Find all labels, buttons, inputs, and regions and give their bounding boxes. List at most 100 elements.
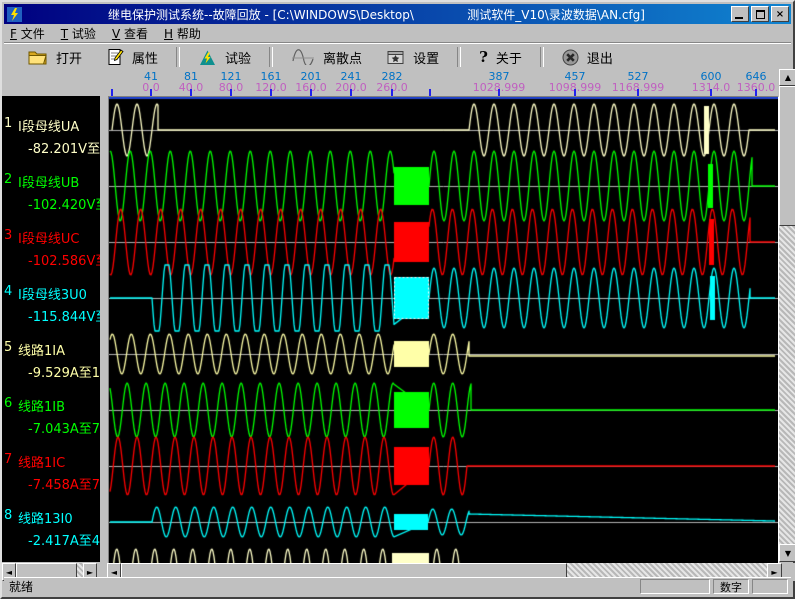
- channel-range: -102.420V至: [28, 194, 100, 213]
- open-folder-icon: [28, 50, 48, 65]
- channel-name: Ⅰ段母线3U0: [18, 284, 87, 303]
- toolbar-label-about: 关于: [496, 48, 522, 67]
- channel-name: Ⅰ段母线UC: [18, 228, 79, 247]
- channel-range: -102.586V至: [28, 250, 100, 269]
- menu-bar: F 文件 T 试验 V 查看 H 帮助: [4, 24, 791, 43]
- channel-label-2[interactable]: 2 Ⅰ段母线UB -102.420V至: [2, 172, 100, 218]
- ruler-tick-mark: [350, 89, 352, 96]
- ruler-tick-mark: [230, 89, 232, 96]
- channel-number: 5: [4, 340, 12, 355]
- channel-label-7[interactable]: 7 线路1IC -7.458A至7.: [2, 452, 100, 498]
- window-controls: ×: [731, 6, 789, 22]
- test-lightning-icon: [198, 49, 217, 66]
- toolbar-label-exit: 退出: [587, 48, 613, 67]
- toolbar-label-properties: 属性: [132, 48, 158, 67]
- channel-number: 3: [4, 228, 12, 243]
- toolbar-separator: [540, 47, 544, 67]
- status-cells: 数字: [640, 579, 791, 594]
- minimize-button[interactable]: [731, 6, 749, 22]
- menu-item-file[interactable]: F 文件: [10, 25, 45, 42]
- close-button[interactable]: ×: [771, 6, 789, 22]
- toolbar-button-open[interactable]: 打开: [16, 46, 94, 69]
- toolbar-separator: [269, 47, 273, 67]
- channel-range: -2.417A至4.: [28, 530, 100, 549]
- channel-range: -82.201V至8: [28, 138, 100, 157]
- ruler-tick-mark: [111, 89, 113, 96]
- channel-label-3[interactable]: 3 Ⅰ段母线UC -102.586V至: [2, 228, 100, 274]
- toolbar-button-discrete-points[interactable]: 离散点: [279, 46, 374, 69]
- ruler-tick-mark: [574, 89, 576, 96]
- waveform-canvas[interactable]: [109, 97, 778, 563]
- scroll-up-button[interactable]: ▲: [779, 69, 795, 86]
- discrete-sine-icon: [291, 49, 315, 65]
- channel-name: Ⅰ段母线UA: [18, 116, 79, 135]
- channel-name: 线路1IC: [18, 452, 65, 471]
- channel-label-4[interactable]: 4 Ⅰ段母线3U0 -115.844V至: [2, 284, 100, 330]
- ruler-tick-mark: [755, 89, 757, 96]
- channel-label-1[interactable]: 1 Ⅰ段母线UA -82.201V至8: [2, 116, 100, 162]
- toolbar-label-discrete-points: 离散点: [323, 48, 362, 67]
- channel-range: -9.529A至14: [28, 362, 100, 381]
- ruler-tick-mark: [498, 89, 500, 96]
- window-title: 继电保护测试系统--故障回放 - [C:\WINDOWS\Desktop\ 测试…: [22, 6, 731, 23]
- toolbar-separator: [457, 47, 461, 67]
- ruler-tick-mark: [150, 89, 152, 96]
- waveform-plot-area[interactable]: [108, 96, 779, 564]
- ruler-tick-mark: [391, 89, 393, 96]
- toolbar-button-run-test[interactable]: 试验: [186, 46, 263, 69]
- channel-name: Ⅰ段母线UB: [18, 172, 79, 191]
- app-window: { "window": { "title": "继电保护测试系统--故障回放 -…: [0, 0, 795, 599]
- toolbar-button-about[interactable]: ? 关于: [467, 46, 534, 69]
- panel-splitter[interactable]: [100, 96, 108, 562]
- ruler-tick-mark: [190, 89, 192, 96]
- channel-label-8[interactable]: 8 线路13I0 -2.417A至4.: [2, 508, 100, 554]
- channel-number: 4: [4, 284, 12, 299]
- restore-button[interactable]: [751, 6, 769, 22]
- channel-number: 1: [4, 116, 12, 131]
- ruler-tick-mark: [310, 89, 312, 96]
- properties-icon: [106, 48, 124, 66]
- toolbar-label-settings: 设置: [413, 48, 439, 67]
- channel-name: 线路1IB: [18, 396, 65, 415]
- channel-name: 线路1IA: [18, 340, 65, 359]
- vertical-scroll-thumb[interactable]: [779, 86, 795, 226]
- scroll-down-button[interactable]: ▼: [779, 544, 795, 562]
- toolbar-button-exit[interactable]: 退出: [550, 46, 625, 69]
- time-ruler: 410.08140.012180.0161120.0201160.0241200…: [4, 69, 773, 97]
- exit-icon: [562, 49, 579, 66]
- channel-label-5[interactable]: 5 线路1IA -9.529A至14: [2, 340, 100, 386]
- settings-icon: [386, 49, 405, 65]
- toolbar: 打开 属性 试验 离散点 设置? 关于 退出: [4, 43, 791, 70]
- channel-label-6[interactable]: 6 线路1IB -7.043A至7.: [2, 396, 100, 442]
- status-cell-empty: [640, 579, 710, 594]
- channel-number: 6: [4, 396, 12, 411]
- ruler-tick-mark: [270, 89, 272, 96]
- app-icon: [7, 7, 22, 22]
- question-icon: ?: [479, 48, 488, 66]
- toolbar-button-properties[interactable]: 属性: [94, 46, 170, 69]
- menu-item-help[interactable]: H 帮助: [164, 25, 201, 42]
- channel-number: 2: [4, 172, 12, 187]
- channel-number: 7: [4, 452, 12, 467]
- toolbar-label-run-test: 试验: [225, 48, 251, 67]
- channel-name: 线路13I0: [18, 508, 73, 527]
- toolbar-separator: [176, 47, 180, 67]
- channel-range: -7.458A至7.: [28, 474, 100, 493]
- status-cell-num: 数字: [713, 579, 749, 594]
- title-bar: 继电保护测试系统--故障回放 - [C:\WINDOWS\Desktop\ 测试…: [4, 4, 791, 24]
- menu-item-view[interactable]: V 查看: [112, 25, 148, 42]
- ruler-tick-mark: [710, 89, 712, 96]
- status-cell-empty: [752, 579, 788, 594]
- vertical-scroll-track[interactable]: [779, 226, 795, 544]
- channel-number: 8: [4, 508, 12, 523]
- vertical-scrollbar: ▲ ▼: [779, 69, 795, 562]
- menu-item-test[interactable]: T 试验: [61, 25, 96, 42]
- channel-range: -7.043A至7.: [28, 418, 100, 437]
- status-ready-text: 就绪: [4, 578, 640, 595]
- channel-range: -115.844V至: [28, 306, 100, 325]
- toolbar-button-settings[interactable]: 设置: [374, 46, 451, 69]
- status-bar: 就绪 数字: [4, 577, 791, 595]
- ruler-tick-mark: [637, 89, 639, 96]
- channel-label-panel: 1 Ⅰ段母线UA -82.201V至8 2 Ⅰ段母线UB -102.420V至 3 Ⅰ段母线U…: [2, 96, 100, 562]
- toolbar-label-open: 打开: [56, 48, 82, 67]
